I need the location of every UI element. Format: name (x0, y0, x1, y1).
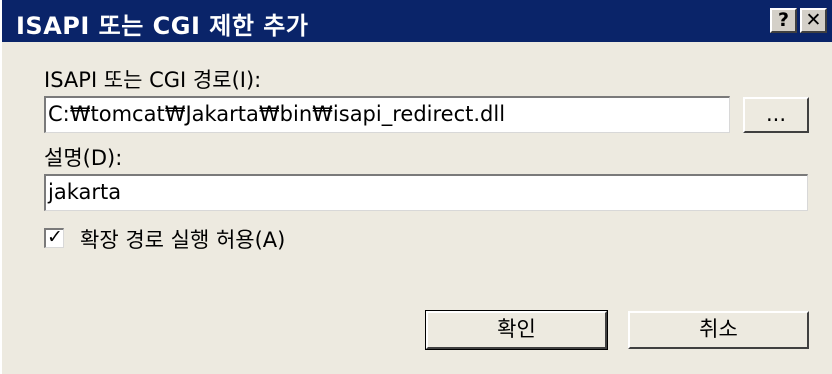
dialog-title: ISAPI 또는 CGI 제한 추가 (16, 12, 309, 40)
description-input[interactable]: jakarta (44, 174, 808, 211)
cancel-button[interactable]: 취소 (628, 311, 809, 349)
ok-button[interactable]: 확인 (425, 310, 608, 350)
help-button[interactable]: ? (770, 8, 797, 33)
allow-extension-label[interactable]: 확장 경로 실행 허용(A) (80, 224, 285, 254)
allow-extension-checkbox[interactable]: ✓ (44, 226, 64, 248)
dialog-body: ISAPI 또는 CGI 경로(I): C:₩tomcat₩Jakarta₩bi… (2, 42, 832, 374)
cancel-button-label: 취소 (699, 317, 738, 341)
checkmark-icon: ✓ (47, 226, 63, 248)
browse-button-label: ... (765, 102, 787, 126)
close-button[interactable]: ✕ (800, 8, 827, 33)
isapi-cgi-restriction-dialog: ISAPI 또는 CGI 제한 추가 ? ✕ ISAPI 또는 CGI 경로(I… (0, 0, 832, 374)
path-label: ISAPI 또는 CGI 경로(I): (44, 68, 262, 92)
browse-button[interactable]: ... (743, 97, 809, 133)
description-label: 설명(D): (44, 146, 123, 170)
path-input[interactable]: C:₩tomcat₩Jakarta₩bin₩isapi_redirect.dll (44, 96, 730, 133)
path-input-value: C:₩tomcat₩Jakarta₩bin₩isapi_redirect.dll (48, 102, 506, 126)
ok-button-label: 확인 (497, 317, 536, 341)
description-input-value: jakarta (48, 180, 122, 204)
title-bar[interactable]: ISAPI 또는 CGI 제한 추가 ? ✕ (2, 0, 832, 42)
help-icon: ? (777, 9, 790, 31)
close-icon: ✕ (805, 9, 822, 31)
